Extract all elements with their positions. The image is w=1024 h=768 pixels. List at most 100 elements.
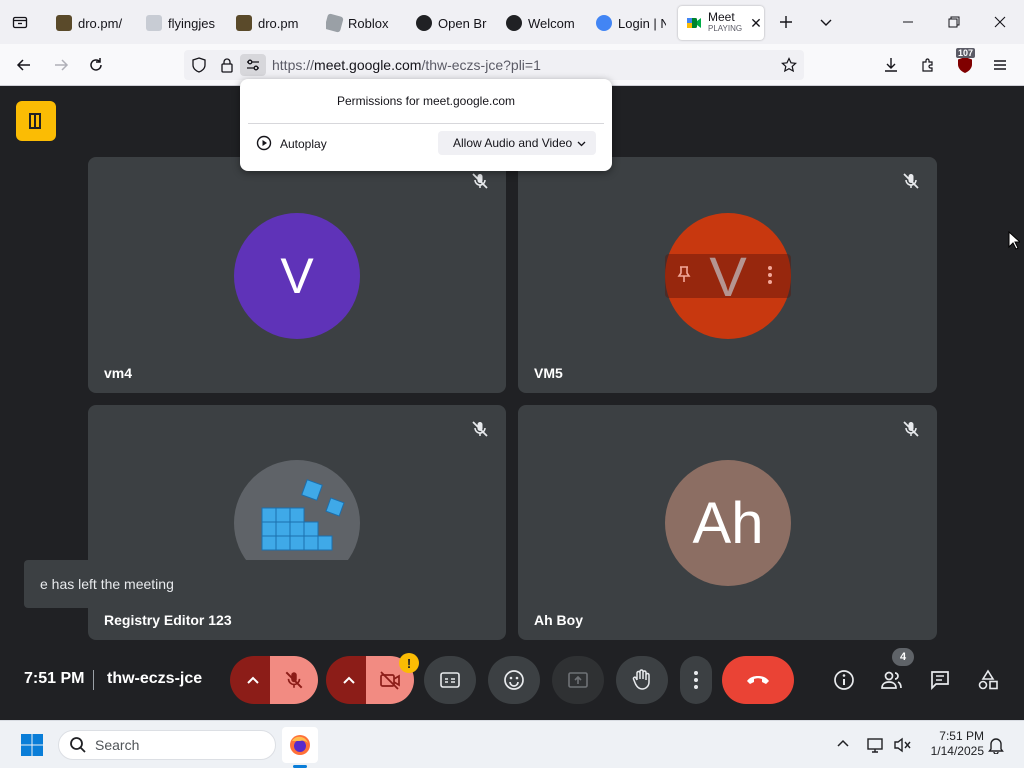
tab-bar: dro.pm/ flyingjes dro.pm Roblox Open Br … xyxy=(0,0,1024,44)
url-scheme: https:// xyxy=(272,57,315,73)
windows-taskbar: Search 7:51 PM 1/14/2025 xyxy=(0,720,1024,768)
more-options-button[interactable] xyxy=(680,656,712,704)
pin-icon[interactable] xyxy=(676,265,692,283)
participant-name: Registry Editor 123 xyxy=(104,612,232,628)
autoplay-label: Autoplay xyxy=(280,137,327,151)
tab-label: flyingjes xyxy=(168,15,215,31)
show-hidden-icons-chevron[interactable] xyxy=(836,736,854,754)
tab-welcome[interactable]: Welcom xyxy=(506,6,582,40)
participant-tile-ah-boy[interactable]: Ah Ah Boy xyxy=(518,405,937,640)
extension-badge: 107 xyxy=(956,48,976,58)
notification-bell-icon[interactable] xyxy=(988,736,1006,755)
reload-icon[interactable] xyxy=(85,54,107,76)
close-window-icon[interactable] xyxy=(990,12,1010,32)
flyingjes-favicon xyxy=(146,15,162,31)
avatar: Ah xyxy=(665,460,791,586)
tab-label: Welcom xyxy=(528,15,575,31)
chevron-down-icon xyxy=(577,141,586,146)
tab-login[interactable]: Login | N xyxy=(596,6,666,40)
participant-tile-vm4[interactable]: V vm4 xyxy=(88,157,506,393)
mouse-cursor-icon xyxy=(1008,231,1020,250)
ublock-shield-icon[interactable]: 107 xyxy=(954,48,976,76)
app-menu-icon[interactable] xyxy=(989,54,1011,76)
emoji-smile-icon xyxy=(504,670,524,690)
present-screen-icon xyxy=(568,672,588,688)
meeting-code: thw-eczs-jce xyxy=(107,670,203,687)
list-all-tabs-icon[interactable] xyxy=(816,12,836,32)
tab-label: Meet xyxy=(708,10,735,24)
url-path: /thw-eczs-jce?pli=1 xyxy=(421,57,541,73)
search-placeholder: Search xyxy=(95,737,140,753)
close-tab-icon[interactable]: ✕ xyxy=(750,15,762,32)
chevron-up-icon xyxy=(343,676,355,684)
tab-meet[interactable]: Meet PLAYING ✕ xyxy=(678,6,764,40)
chat-button[interactable] xyxy=(918,656,962,704)
tab-dro-pm-2[interactable]: dro.pm xyxy=(236,6,312,40)
autoplay-icon xyxy=(256,135,272,151)
more-vert-icon xyxy=(694,671,698,689)
raise-hand-icon xyxy=(632,669,650,690)
firefox-taskbar-icon[interactable] xyxy=(282,727,318,763)
avatar: V xyxy=(234,213,360,339)
reactions-button[interactable] xyxy=(488,656,540,704)
autoplay-selected-value: Allow Audio and Video xyxy=(453,136,573,150)
windows-start-icon[interactable] xyxy=(20,733,44,757)
mic-off-icon xyxy=(285,671,303,689)
forward-arrow-icon xyxy=(50,54,72,76)
chat-icon xyxy=(931,671,949,691)
taskbar-search-box[interactable]: Search xyxy=(58,730,276,760)
roblox-favicon xyxy=(326,13,344,33)
url-text[interactable]: https://meet.google.com/thw-eczs-jce?pli… xyxy=(272,57,541,73)
tab-overview-icon[interactable] xyxy=(10,12,30,32)
clock-time: 7:51 PM xyxy=(939,729,984,743)
lock-icon[interactable] xyxy=(216,54,238,76)
tab-flyingjes[interactable]: flyingjes xyxy=(146,6,222,40)
tab-label: Open Br xyxy=(438,15,487,31)
tab-label: dro.pm xyxy=(258,15,299,31)
clock-area[interactable]: 7:51 PM 1/14/2025 xyxy=(918,729,984,759)
obs-favicon xyxy=(416,15,432,31)
downloads-icon[interactable] xyxy=(880,54,902,76)
clock-date: 1/14/2025 xyxy=(930,744,984,758)
camera-off-icon xyxy=(380,671,400,690)
tracking-protection-shield-icon[interactable] xyxy=(188,54,210,76)
people-button[interactable]: 4 xyxy=(870,648,914,704)
info-icon xyxy=(834,670,854,690)
captions-button[interactable] xyxy=(424,656,476,704)
tab-dro-pm-1[interactable]: dro.pm/ xyxy=(56,6,132,40)
minimize-icon[interactable] xyxy=(898,12,918,32)
url-host: meet.google.com xyxy=(314,57,422,73)
leave-call-button[interactable] xyxy=(722,656,794,704)
network-icon[interactable] xyxy=(866,735,886,755)
meet-favicon xyxy=(687,18,701,28)
autoplay-select[interactable]: Allow Audio and Video xyxy=(438,131,596,155)
tab-label: Roblox xyxy=(348,15,389,31)
participant-tile-vm5[interactable]: V VM5 xyxy=(518,157,937,393)
volume-muted-icon[interactable] xyxy=(893,735,913,755)
back-arrow-icon[interactable] xyxy=(13,54,35,76)
muted-mic-icon xyxy=(472,173,488,189)
site-permissions-icon[interactable] xyxy=(240,54,266,76)
camera-warning-badge: ! xyxy=(399,653,419,673)
tab-open-br[interactable]: Open Br xyxy=(416,6,492,40)
more-options-icon[interactable] xyxy=(766,265,774,285)
raise-hand-button[interactable] xyxy=(616,656,668,704)
meeting-details-button[interactable] xyxy=(822,656,866,704)
search-icon xyxy=(70,737,86,753)
participant-name: vm4 xyxy=(104,365,133,381)
bookmark-star-icon[interactable] xyxy=(778,54,800,76)
companion-mode-logo-icon[interactable] xyxy=(16,101,56,141)
meet-stage: V vm4 V VM5 Registry Editor 123 Ah Ah Bo… xyxy=(0,86,1024,720)
tab-sublabel: PLAYING xyxy=(708,24,743,33)
restore-icon[interactable] xyxy=(944,12,964,32)
tab-roblox[interactable]: Roblox xyxy=(326,6,402,40)
chevron-up-icon xyxy=(247,676,259,684)
address-bar[interactable]: https://meet.google.com/thw-eczs-jce?pli… xyxy=(184,50,804,80)
obs-favicon xyxy=(506,15,522,31)
activities-button[interactable] xyxy=(966,656,1010,704)
microphone-toggle-button[interactable] xyxy=(270,656,318,704)
new-tab-icon[interactable] xyxy=(776,12,796,32)
site-permissions-panel: Permissions for meet.google.com Autoplay… xyxy=(240,79,612,171)
closed-captions-icon xyxy=(440,672,460,688)
extensions-puzzle-icon[interactable] xyxy=(917,54,939,76)
